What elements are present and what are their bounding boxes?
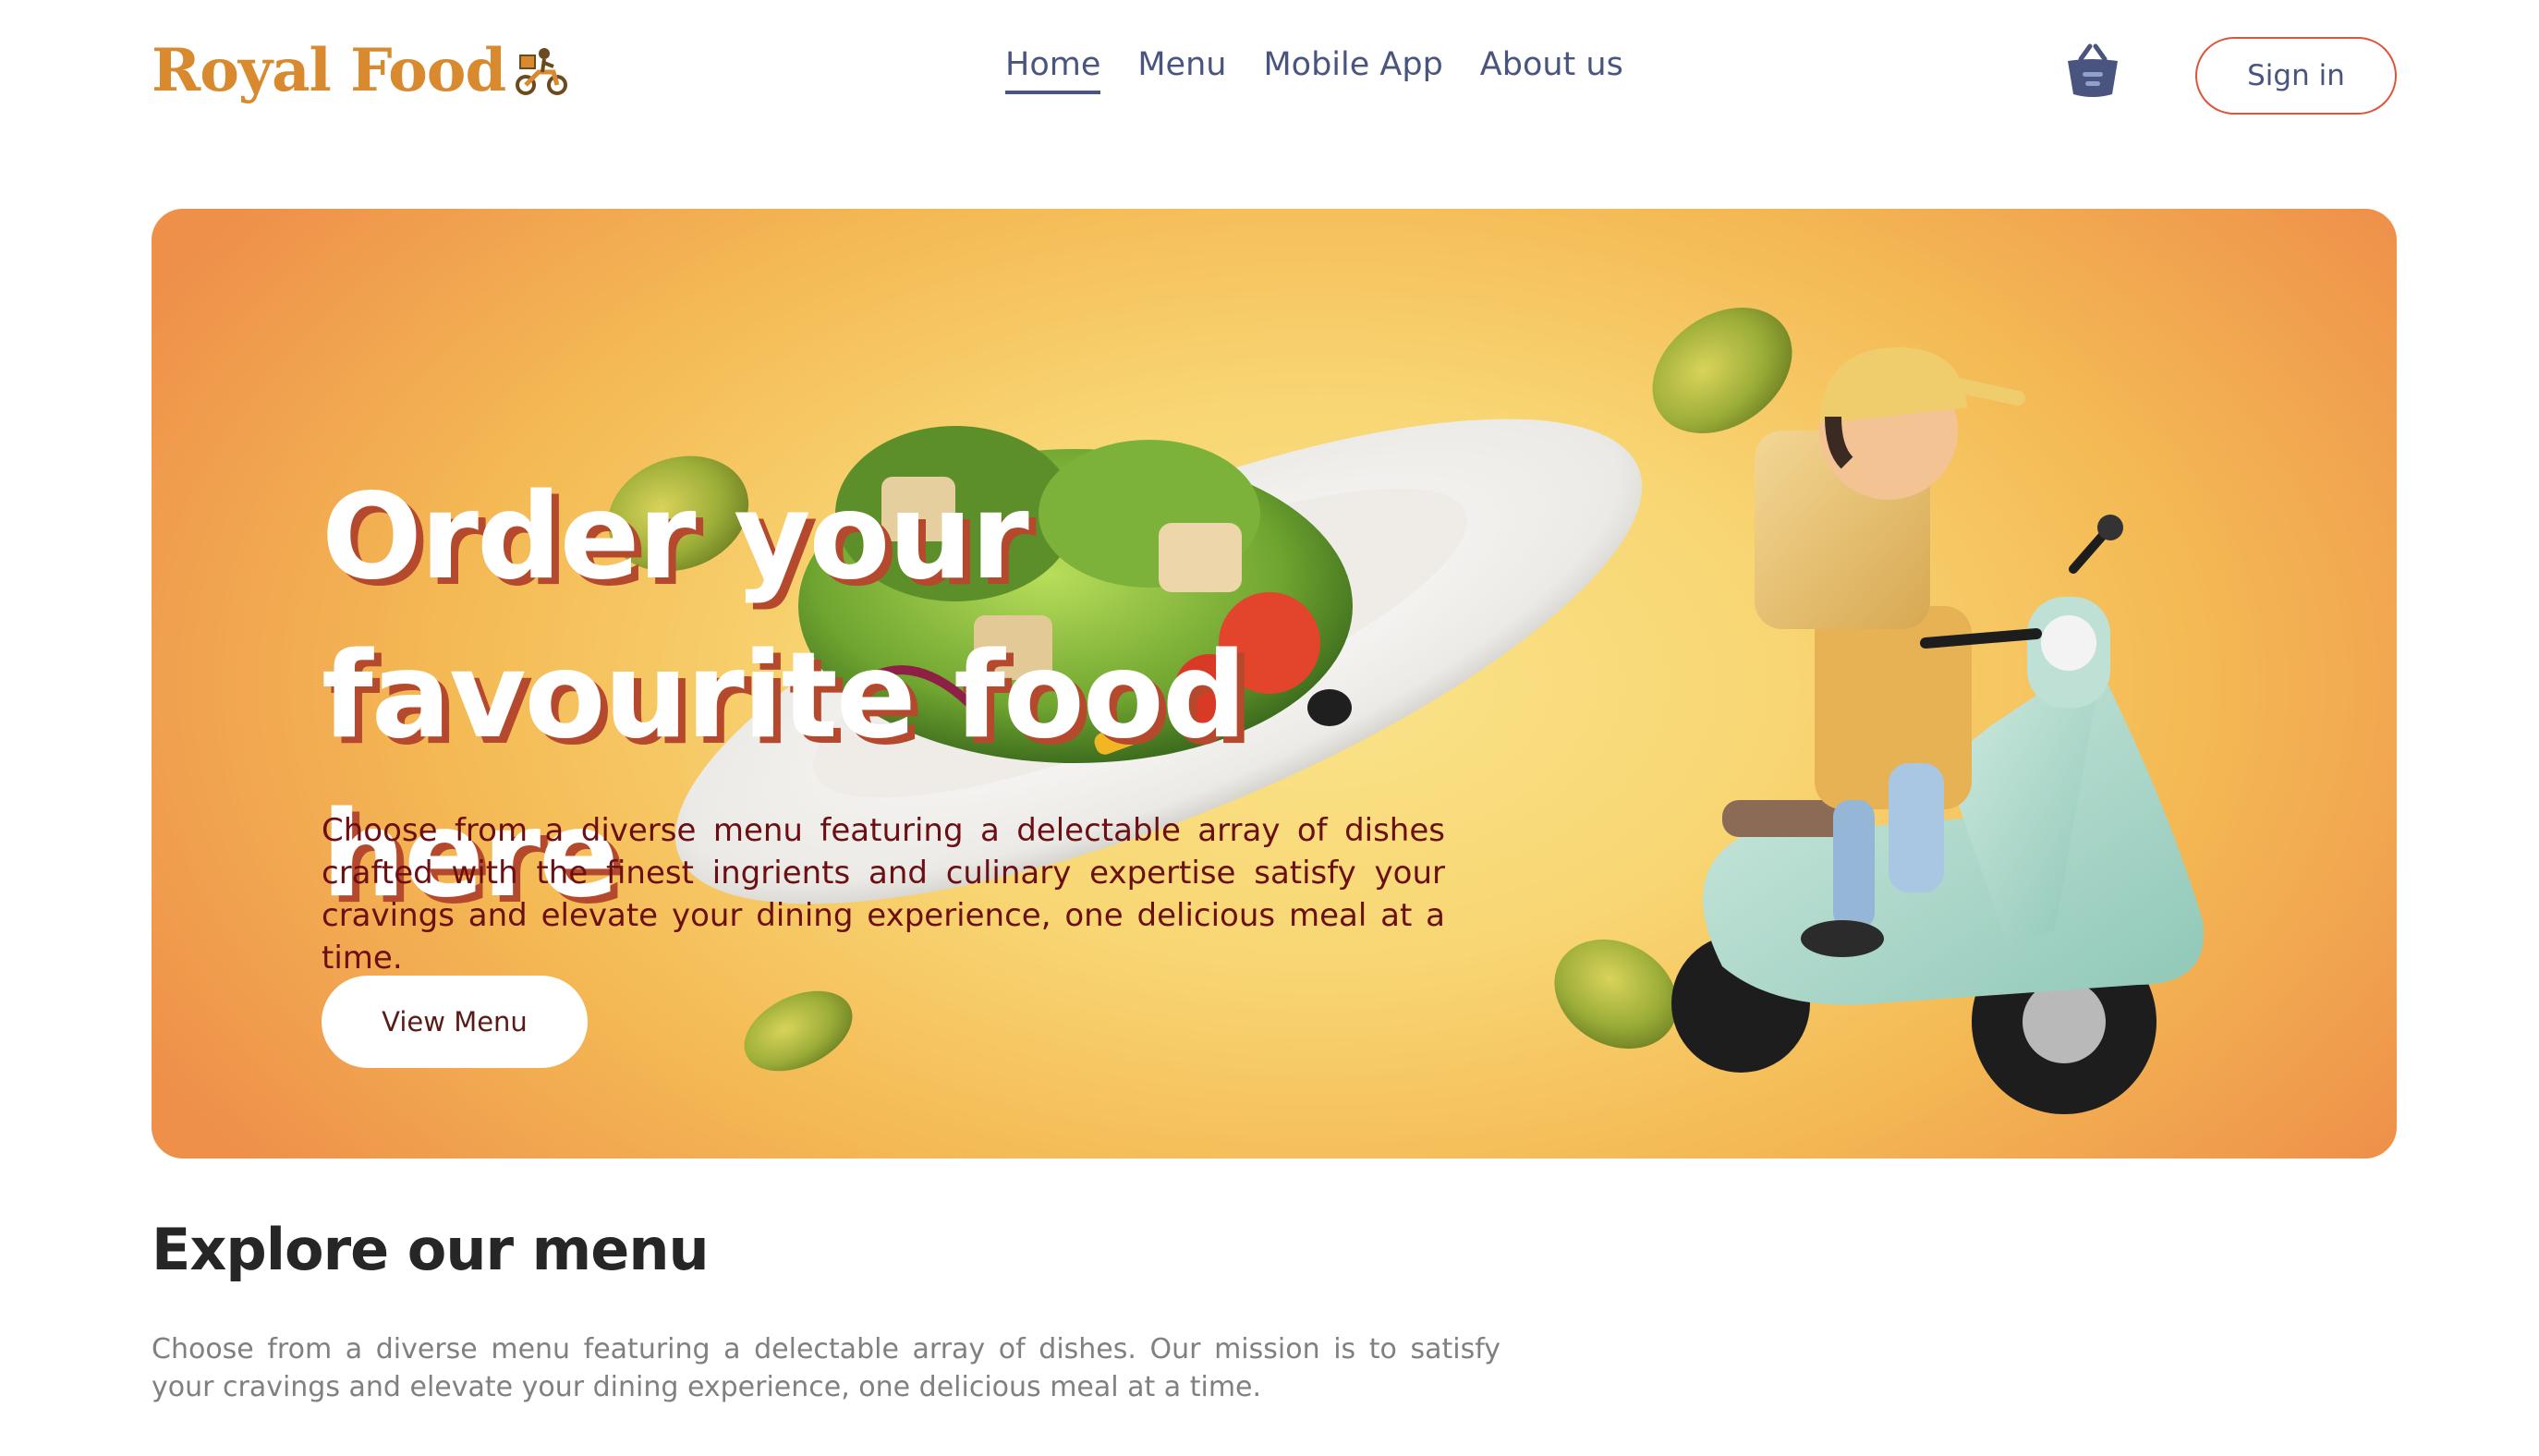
explore-menu-description: Choose from a diverse menu featuring a d… bbox=[152, 1333, 1500, 1403]
main-nav: Home Menu Mobile App About us bbox=[1005, 46, 1623, 94]
nav-mobile-app[interactable]: Mobile App bbox=[1263, 46, 1442, 94]
view-menu-button[interactable]: View Menu bbox=[322, 976, 588, 1068]
hero-description: Choose from a diverse menu featuring a d… bbox=[322, 812, 1445, 977]
brand-name: Royal Food bbox=[152, 35, 506, 105]
navbar: Royal Food Home Menu Mobile App About us… bbox=[0, 0, 2539, 157]
brand-logo[interactable]: Royal Food bbox=[152, 33, 570, 107]
sign-in-button[interactable]: Sign in bbox=[2195, 37, 2397, 115]
nav-about-us[interactable]: About us bbox=[1480, 46, 1623, 94]
nav-menu[interactable]: Menu bbox=[1137, 46, 1226, 94]
scooter-delivery-icon bbox=[516, 48, 568, 95]
hero-title-line-1: Order your bbox=[322, 468, 1029, 606]
delivery-scooter-image bbox=[1671, 347, 2205, 1114]
nav-home[interactable]: Home bbox=[1005, 46, 1101, 94]
basket-icon[interactable] bbox=[2064, 41, 2121, 102]
explore-menu-title: Explore our menu bbox=[152, 1216, 710, 1283]
hero-banner: Order your favourite food here Choose fr… bbox=[152, 209, 2397, 1159]
